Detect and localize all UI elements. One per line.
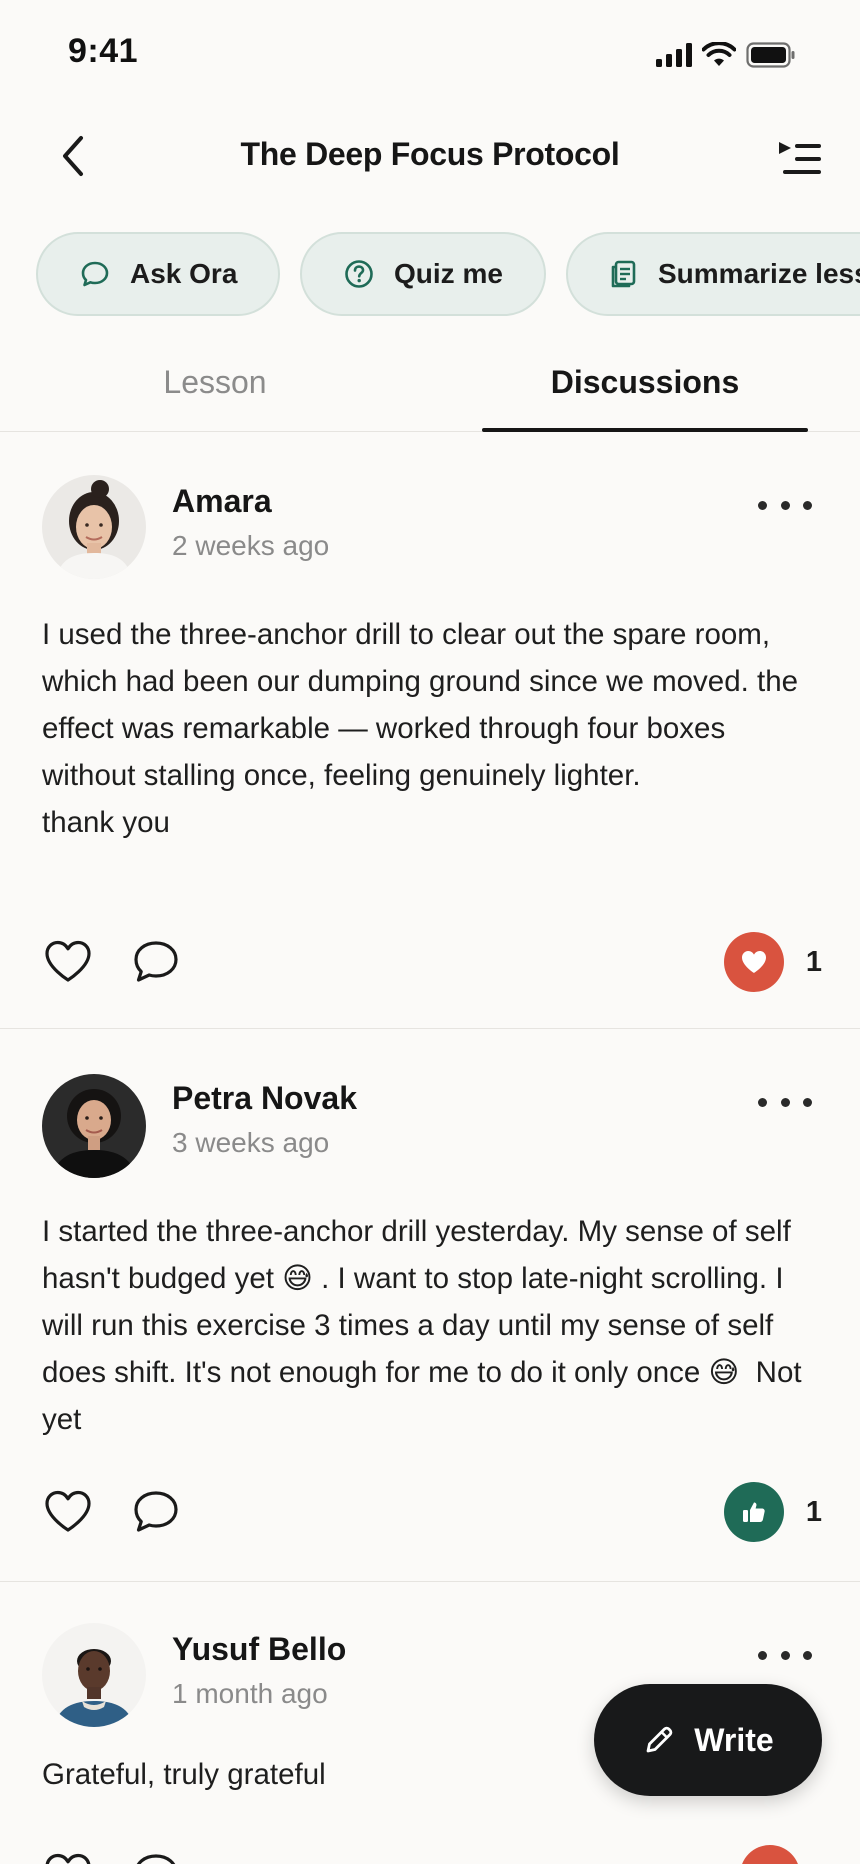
reaction-summary[interactable]: 1 [723,1482,822,1542]
pencil-icon [646,1726,673,1753]
chat-bubble-icon [78,257,112,291]
post-time: 2 weeks ago [172,530,330,561]
dot [780,1650,790,1660]
status-icons [656,40,796,70]
dot [758,500,767,510]
dot [780,500,790,510]
tab-bar: Lesson Discussions [0,348,860,432]
quiz-me-chip[interactable]: Quiz me [300,232,546,316]
avatar[interactable] [42,1074,146,1178]
document-icon [608,257,640,291]
like-button[interactable] [42,1486,94,1538]
heart-reaction-badge [723,932,784,992]
dot [758,1650,767,1660]
author-name[interactable]: Yusuf Bello [172,1631,346,1668]
comment-button[interactable] [130,1849,182,1864]
write-button[interactable]: Write [594,1684,822,1796]
status-time: 9:41 [68,32,139,70]
thumbs-up-reaction-badge [723,1482,784,1542]
signal-icon [656,43,692,67]
post-time: 1 month ago [172,1678,328,1709]
reaction-summary[interactable]: 1 [723,932,822,992]
dot [780,1097,790,1107]
discussions-screen: 9:41 The Deep Focus Protocol Ask Ora Qui… [0,0,860,1864]
dot [803,1097,812,1107]
ai-actions-bar: Ask Ora Quiz me Summarize les [36,232,860,318]
reaction-summary[interactable] [740,1845,822,1864]
header: The Deep Focus Protocol [0,110,860,202]
post-actions: 1 [42,932,822,992]
lesson-outline-button[interactable] [770,128,830,188]
avatar[interactable] [42,1623,146,1727]
more-options-button[interactable] [758,1640,812,1670]
more-options-button[interactable] [758,1087,812,1117]
comment-button[interactable] [130,1486,182,1538]
comment-bubble-icon [134,941,178,982]
avatar[interactable] [42,475,146,579]
comment-bubble-icon [134,1491,178,1532]
quiz-me-label: Quiz me [394,258,503,289]
like-button[interactable] [42,936,94,988]
write-label: Write [694,1721,774,1758]
battery-icon [746,42,795,68]
summarize-lesson-chip[interactable]: Summarize lesson [566,232,860,316]
comment-bubble-icon [136,1854,176,1864]
ask-ora-chip[interactable]: Ask Ora [36,232,280,316]
heart-icon [755,1860,785,1864]
heart-reaction-badge [740,1845,800,1864]
post-body: I used the three-anchor drill to clear o… [42,618,799,839]
reaction-count: 1 [805,1495,822,1528]
dot [758,1097,767,1107]
discussion-post: Amara 2 weeks ago I used the three-ancho… [0,433,860,1029]
heart-outline-icon [45,1490,91,1532]
tab-discussions[interactable]: Discussions [430,364,860,401]
heart-outline-icon [45,1853,91,1864]
more-options-button[interactable] [758,490,812,520]
post-actions [42,1845,822,1864]
post-actions: 1 [42,1482,822,1542]
reaction-count: 1 [805,945,822,978]
status-bar: 9:41 [0,0,860,100]
wifi-icon [702,42,736,66]
discussion-post: Petra Novak 3 weeks ago I started the th… [0,1030,860,1582]
comment-button[interactable] [130,936,182,988]
dot [803,1650,812,1660]
outline-list-icon [779,142,821,174]
author-name[interactable]: Petra Novak [172,1080,357,1117]
post-time: 3 weeks ago [172,1127,330,1158]
like-button[interactable] [42,1849,94,1864]
page-title: The Deep Focus Protocol [240,136,620,172]
question-circle-icon [342,257,376,291]
heart-outline-icon [45,940,91,982]
tab-lesson[interactable]: Lesson [0,364,430,401]
dot [803,500,812,510]
author-name[interactable]: Amara [172,483,272,520]
ask-ora-label: Ask Ora [130,258,238,289]
post-body: I started the three-anchor drill yesterd… [42,1215,810,1436]
thumbs-up-icon [742,1502,765,1522]
heart-icon [741,951,766,973]
summarize-lesson-label: Summarize lesson [658,258,860,289]
active-tab-indicator [482,428,808,432]
